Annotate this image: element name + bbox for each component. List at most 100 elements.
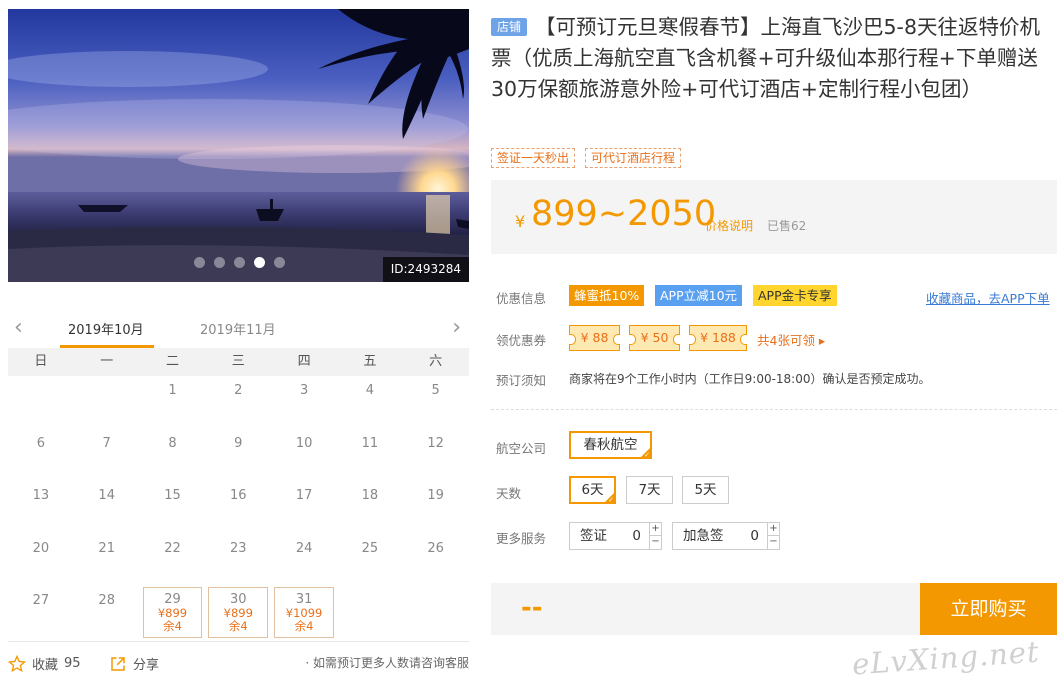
- decrement-icon[interactable]: −: [768, 536, 779, 549]
- price-panel: ¥ 899~2050 价格说明 已售62: [491, 180, 1057, 254]
- section-divider: [491, 409, 1057, 410]
- days-option-label: 5天: [694, 482, 717, 498]
- airline-label: 航空公司: [496, 441, 547, 456]
- calendar-divider: [8, 641, 469, 642]
- calendar-day: 11: [337, 429, 403, 482]
- airline-option-label: 春秋航空: [583, 437, 638, 453]
- coupons-more-link[interactable]: 共4张可领 ▸: [757, 330, 825, 349]
- service-count[interactable]: 0: [620, 523, 649, 549]
- product-title: 【可预订元旦寒假春节】上海直飞沙巴5-8天往返特价机票（优质上海航空直飞含机餐+…: [491, 15, 1040, 101]
- favorite-button[interactable]: 收藏 95: [8, 654, 81, 673]
- days-option[interactable]: 5天: [682, 476, 729, 504]
- day-number: 27: [32, 593, 50, 608]
- calendar-day: 6: [8, 429, 74, 482]
- carousel-dot[interactable]: [274, 257, 285, 268]
- prev-month-icon[interactable]: ‹: [14, 316, 23, 340]
- calendar-day: 27: [8, 586, 74, 639]
- calendar-day: 4: [337, 376, 403, 429]
- carousel-dot-active[interactable]: [254, 257, 265, 268]
- service-name: 签证: [580, 528, 607, 544]
- days-option[interactable]: 7天: [626, 476, 673, 504]
- days-option-label: 7天: [638, 482, 661, 498]
- purchase-bar: -- 立即购买: [491, 583, 1057, 635]
- day-number: 13: [32, 488, 50, 503]
- day-number: 9: [234, 435, 243, 451]
- favorite-label: 收藏: [32, 658, 59, 673]
- weekday-header: 日 一 二 三 四 五 六: [8, 348, 469, 376]
- day-number: 8: [168, 435, 177, 451]
- calendar-header: ‹ 2019年10月 2019年11月 ›: [8, 308, 469, 348]
- service-count[interactable]: 0: [738, 523, 767, 549]
- check-icon: ✓: [608, 496, 614, 504]
- calendar-day: 1: [140, 376, 206, 429]
- offer-badge: APP金卡专享: [753, 285, 837, 306]
- calendar-day: [403, 586, 469, 639]
- calendar-day: [337, 586, 403, 639]
- product-tags: 签证一天秒出 可代订酒店行程: [491, 148, 682, 168]
- product-actions: 收藏 95 分享 · 如需预订更多人数请咨询客服: [8, 651, 469, 675]
- share-label: 分享: [133, 658, 160, 673]
- day-number: 17: [295, 488, 313, 503]
- total-price: --: [521, 593, 543, 623]
- carousel-dot[interactable]: [194, 257, 205, 268]
- shop-badge: 店铺: [491, 18, 528, 36]
- product-hero-image[interactable]: ID:2493284: [8, 9, 469, 282]
- calendar-day: 26: [403, 534, 469, 587]
- calendar-day: 5: [403, 376, 469, 429]
- offer-badge: 蜂蜜抵10%: [569, 285, 645, 306]
- day-number: 22: [164, 540, 181, 556]
- product-id-badge: ID:2493284: [382, 257, 469, 282]
- day-stock: 余4: [228, 619, 248, 633]
- coupon-ticket[interactable]: ¥ 88: [569, 325, 620, 351]
- month-tab-current[interactable]: 2019年10月: [68, 319, 144, 338]
- calendar-day: 25: [337, 534, 403, 587]
- days-option-label: 6天: [581, 482, 604, 498]
- day-number: 4: [365, 383, 375, 398]
- weekday-label: 三: [231, 354, 245, 369]
- next-month-icon[interactable]: ›: [452, 316, 461, 340]
- days-option-selected[interactable]: 6天 ✓: [569, 476, 616, 504]
- carousel-dot[interactable]: [234, 257, 245, 268]
- calendar-day: 19: [403, 481, 469, 534]
- day-number: 16: [230, 488, 247, 503]
- calendar-day: 15: [140, 481, 206, 534]
- calendar-grid: 1 2 3 4 5 6 7 8 9 10 11 12 13 14 15 16 17 18 19 20 21 22 23 24 2…: [8, 376, 469, 639]
- coupon-ticket[interactable]: ¥ 188: [689, 325, 747, 351]
- calendar-day: 13: [8, 481, 74, 534]
- day-number: 12: [427, 435, 444, 451]
- calendar-day: 12: [403, 429, 469, 482]
- calendar-day: 2: [205, 376, 271, 429]
- increment-icon[interactable]: +: [650, 523, 661, 536]
- day-number: 25: [361, 540, 379, 556]
- calendar-day-available[interactable]: 29 ¥899 余4: [142, 587, 203, 638]
- carousel-dot[interactable]: [214, 257, 225, 268]
- price-range: 899~2050: [531, 194, 717, 234]
- coupon-ticket[interactable]: ¥ 50: [629, 325, 680, 351]
- consult-service-link[interactable]: · 如需预订更多人数请咨询客服: [305, 654, 469, 671]
- buy-now-button[interactable]: 立即购买: [920, 583, 1057, 635]
- day-number: 7: [102, 435, 111, 451]
- day-number: 6: [36, 435, 46, 451]
- day-number: 23: [230, 540, 247, 556]
- increment-icon[interactable]: +: [768, 523, 779, 536]
- calendar-day-available[interactable]: 31 ¥1099 余4: [274, 587, 334, 638]
- day-number: 30: [230, 592, 247, 607]
- stepper-buttons: + −: [649, 523, 661, 549]
- month-tab-next[interactable]: 2019年11月: [200, 319, 276, 338]
- day-number: 10: [295, 435, 313, 451]
- calendar-day-available[interactable]: 30 ¥899 余4: [208, 587, 269, 638]
- share-button[interactable]: 分享: [109, 654, 159, 673]
- day-number: 15: [164, 488, 181, 503]
- calendar-day: 16: [205, 481, 271, 534]
- check-icon: ✓: [644, 451, 650, 459]
- product-tag: 签证一天秒出: [491, 148, 576, 168]
- decrement-icon[interactable]: −: [650, 536, 661, 549]
- calendar-day: 21: [74, 534, 140, 587]
- price-explanation-link[interactable]: 价格说明: [705, 217, 753, 234]
- day-number: 28: [98, 593, 115, 608]
- airline-option-selected[interactable]: 春秋航空 ✓: [569, 431, 652, 459]
- favorite-app-link[interactable]: 收藏商品，去APP下单: [926, 288, 1050, 307]
- weekday-label: 一: [100, 354, 114, 369]
- day-number: 2: [234, 383, 243, 398]
- day-stock: 余4: [163, 619, 182, 633]
